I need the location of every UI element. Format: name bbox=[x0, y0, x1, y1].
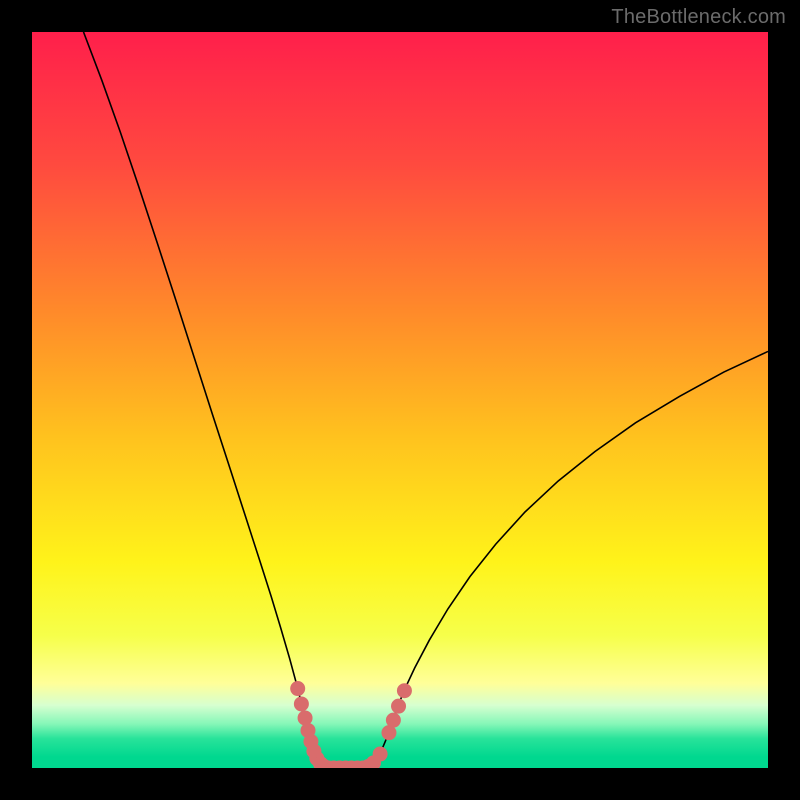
chart-frame: TheBottleneck.com bbox=[0, 0, 800, 800]
marker-dot bbox=[386, 713, 401, 728]
marker-dot bbox=[397, 683, 412, 698]
marker-dot bbox=[298, 710, 313, 725]
marker-dot bbox=[373, 747, 388, 762]
marker-dot bbox=[294, 696, 309, 711]
chart-svg bbox=[32, 32, 768, 768]
chart-background bbox=[32, 32, 768, 768]
marker-dot bbox=[391, 699, 406, 714]
chart-plot-area bbox=[32, 32, 768, 768]
watermark-text: TheBottleneck.com bbox=[611, 6, 786, 29]
marker-dot bbox=[290, 681, 305, 696]
